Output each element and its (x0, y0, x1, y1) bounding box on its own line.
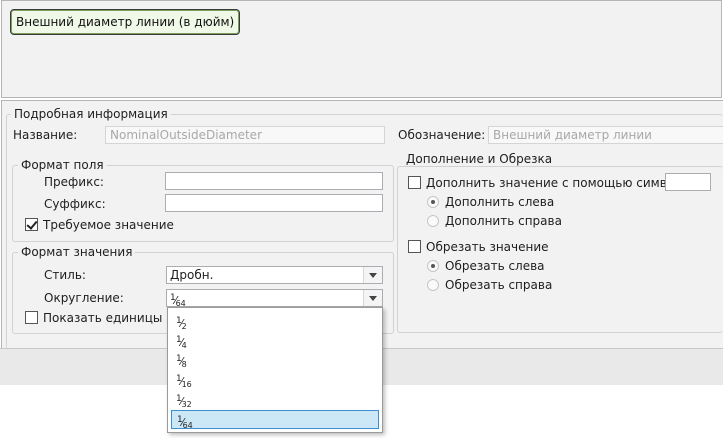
rounding-dropdown-button[interactable] (363, 290, 382, 306)
rounding-option[interactable]: 1⁄16 (171, 370, 379, 389)
tag-panel: Внешний диаметр линии (в дюйм) (1, 0, 722, 98)
rounding-option[interactable]: 1⁄32 (171, 390, 379, 409)
pad-right-radio[interactable] (427, 215, 439, 227)
name-field[interactable]: NominalOutsideDiameter (105, 126, 385, 144)
field-format-title: Формат поля (18, 158, 107, 172)
padding-trim-title: Дополнение и Обрезка (403, 152, 556, 166)
trim-label: Обрезать значение (426, 240, 549, 254)
pad-left-label: Дополнить слева (445, 195, 555, 209)
style-dropdown-button[interactable] (363, 267, 382, 283)
trim-left-radio[interactable] (427, 260, 439, 272)
style-select[interactable]: Дробн. (166, 266, 383, 284)
rounding-dropdown-list: 1⁄2 1⁄4 1⁄8 1⁄16 1⁄32 1⁄64 (167, 307, 383, 433)
prefix-input[interactable] (165, 172, 383, 190)
rounding-option[interactable]: 1⁄4 (171, 331, 379, 350)
rounding-select[interactable]: 1⁄64 (166, 289, 383, 308)
pad-label: Дополнить значение с помощью символа (426, 176, 690, 190)
chevron-down-icon (369, 296, 377, 301)
pad-right-label: Дополнить справа (445, 214, 562, 228)
show-units-label: Показать единицы (43, 311, 163, 325)
name-label: Название: (13, 128, 78, 142)
trim-right-radio[interactable] (427, 279, 439, 291)
field-chip[interactable]: Внешний диаметр линии (в дюйм) (10, 9, 241, 35)
trim-checkbox[interactable] (408, 240, 421, 253)
suffix-label: Суффикс: (44, 197, 106, 211)
required-label: Требуемое значение (43, 218, 174, 232)
pad-left-radio[interactable] (427, 196, 439, 208)
pad-checkbox[interactable] (408, 176, 421, 189)
trim-left-label: Обрезать слева (445, 259, 545, 273)
designation-field[interactable]: Внешний диаметр линии (488, 126, 723, 144)
suffix-input[interactable] (165, 194, 383, 212)
rounding-option[interactable]: 1⁄8 (171, 350, 379, 369)
rounding-option-selected[interactable]: 1⁄64 (171, 410, 379, 430)
pad-char-input[interactable] (665, 173, 711, 191)
required-checkbox[interactable] (25, 218, 38, 231)
rounding-option[interactable]: 1⁄2 (171, 312, 379, 331)
chevron-down-icon (369, 273, 377, 278)
value-format-title: Формат значения (18, 245, 136, 259)
prefix-label: Префикс: (44, 175, 104, 189)
trim-right-label: Обрезать справа (445, 278, 553, 292)
designation-label: Обозначение: (398, 128, 486, 142)
show-units-checkbox[interactable] (25, 311, 38, 324)
style-label: Стиль: (44, 268, 86, 282)
style-select-value: Дробн. (170, 268, 214, 282)
rounding-label: Округление: (44, 291, 124, 305)
details-title: Подробная информация (11, 107, 171, 121)
